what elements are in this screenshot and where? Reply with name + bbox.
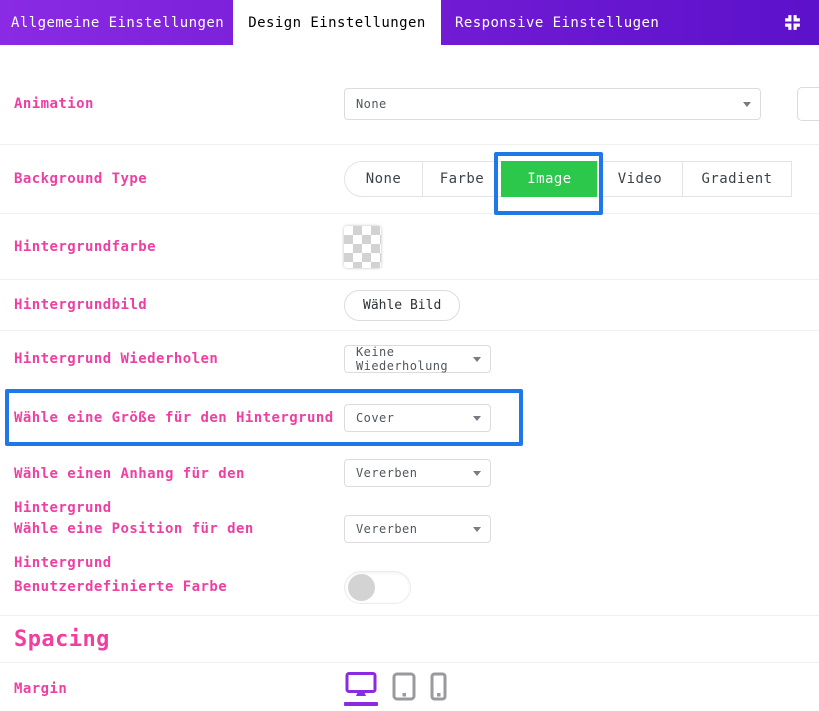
settings-form: Animation None Background Type None Farb… [0,45,819,711]
toggle-knob [348,574,375,601]
background-attachment-value: Vererben [356,466,417,480]
tab-allgemeine-einstellungen[interactable]: Allgemeine Einstellungen [0,0,233,45]
bg-type-option-video[interactable]: Video [597,161,683,197]
background-repeat-label: Hintergrund Wiederholen [14,342,344,376]
choose-image-button[interactable]: Wähle Bild [344,290,460,321]
row-background-type: Background Type None Farbe Image Video G… [0,145,819,214]
margin-label: Margin [14,672,344,706]
row-background-color: Hintergrundfarbe [0,214,819,280]
animation-extra-control[interactable] [797,87,819,121]
tab-responsive-einstellugen[interactable]: Responsive Einstellugen [441,0,659,45]
bg-type-option-farbe[interactable]: Farbe [422,161,502,197]
mobile-icon[interactable] [430,672,447,701]
caret-down-icon [473,471,481,476]
background-size-label: Wähle eine Größe für den Hintergrund [14,401,344,435]
row-background-attachment: Wähle einen Anhang für den Hintergrund V… [0,449,819,504]
background-size-select[interactable]: Cover [344,404,491,432]
compress-icon[interactable] [782,0,803,45]
background-image-label: Hintergrundbild [14,288,344,322]
row-background-position: Wähle eine Position für den Hintergrund … [0,504,819,559]
row-background-size: Wähle eine Größe für den Hintergrund Cov… [0,386,819,449]
background-type-button-group: None Farbe Image Video Gradient [344,161,792,197]
bg-type-option-image[interactable]: Image [501,161,598,197]
caret-down-icon [473,527,481,532]
background-size-value: Cover [356,411,394,425]
tab-design-einstellungen[interactable]: Design Einstellungen [233,0,441,45]
bg-type-option-none[interactable]: None [344,161,423,197]
custom-color-toggle[interactable] [344,571,411,604]
design-settings-panel: Allgemeine Einstellungen Design Einstell… [0,0,819,711]
background-color-label: Hintergrundfarbe [14,230,344,264]
row-background-repeat: Hintergrund Wiederholen Keine Wiederholu… [0,331,819,386]
background-type-label: Background Type [14,162,344,196]
bg-type-option-gradient[interactable]: Gradient [682,161,792,197]
background-position-value: Vererben [356,522,417,536]
row-custom-color: Benutzerdefinierte Farbe [0,559,819,616]
desktop-icon[interactable] [344,672,378,706]
caret-down-icon [473,416,481,421]
animation-select-value: None [356,97,387,111]
spacing-section-heading: Spacing [0,616,819,663]
animation-label: Animation [14,87,344,121]
background-repeat-select[interactable]: Keine Wiederholung [344,345,491,373]
tablet-icon[interactable] [392,672,416,701]
tabbar-spacer [659,0,782,45]
caret-down-icon [743,102,751,107]
row-margin: Margin [0,663,819,711]
animation-select[interactable]: None [344,88,761,120]
row-background-image: Hintergrundbild Wähle Bild [0,280,819,331]
background-attachment-select[interactable]: Vererben [344,459,491,487]
custom-color-label: Benutzerdefinierte Farbe [14,570,344,604]
active-device-indicator [344,702,378,706]
background-position-select[interactable]: Vererben [344,515,491,543]
row-animation: Animation None [0,63,819,145]
device-switcher [344,672,447,706]
caret-down-icon [473,357,481,362]
color-swatch-transparent[interactable] [344,226,381,268]
settings-tab-bar: Allgemeine Einstellungen Design Einstell… [0,0,819,45]
background-repeat-value: Keine Wiederholung [356,345,468,373]
